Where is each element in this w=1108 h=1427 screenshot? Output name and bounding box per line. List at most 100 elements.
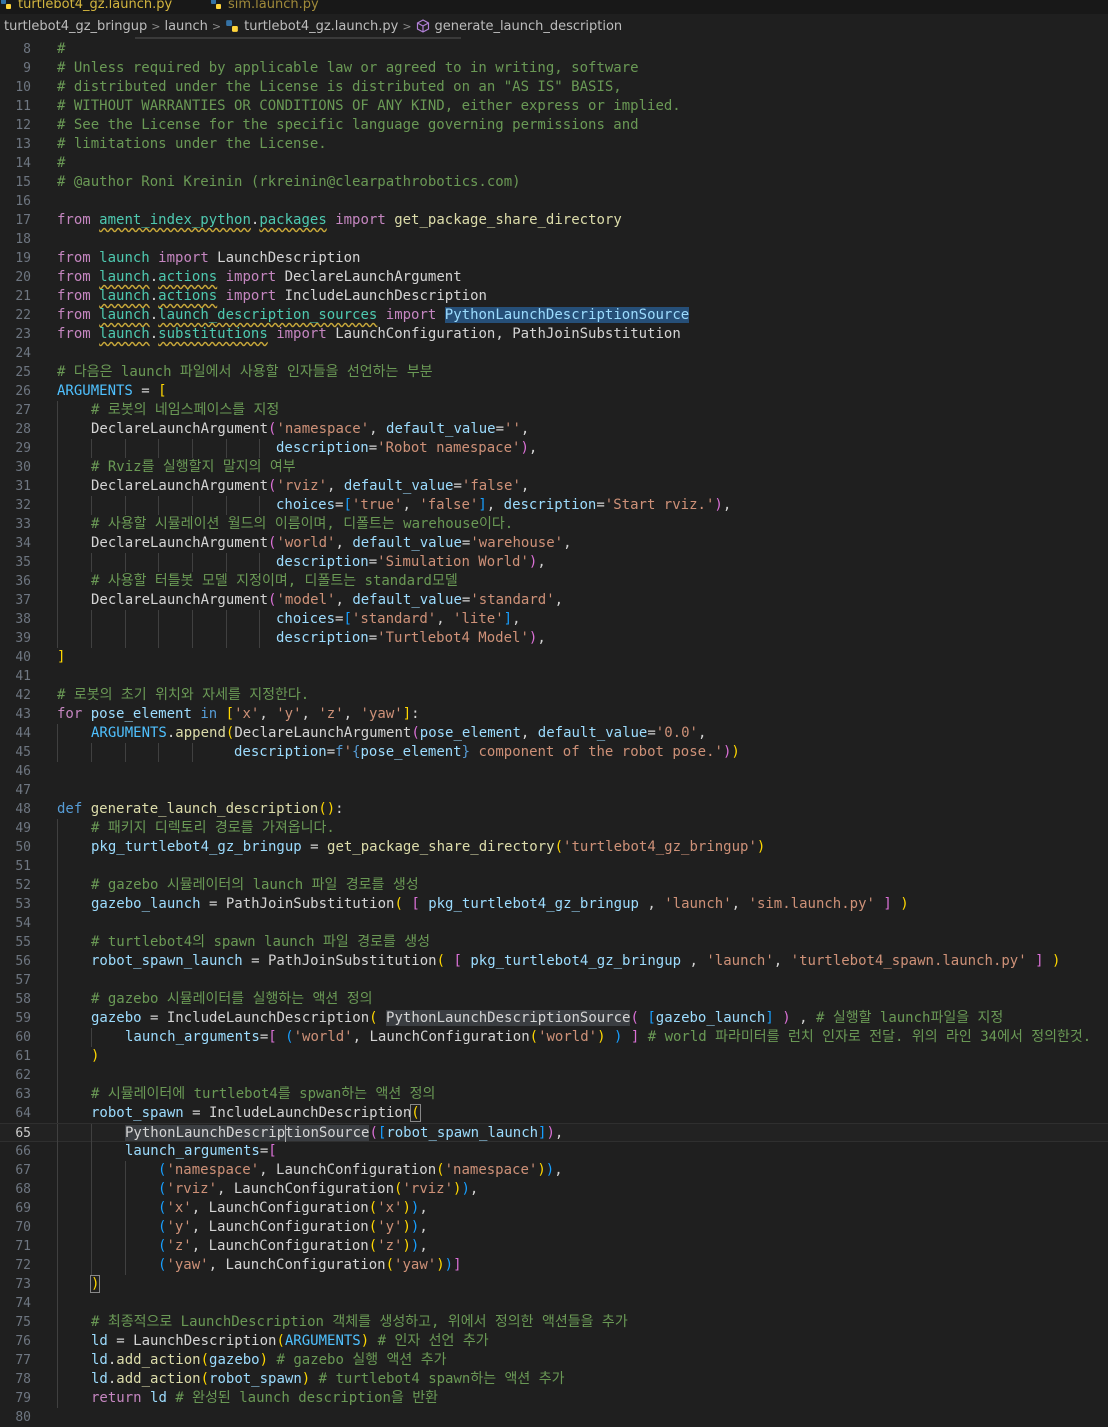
code-line[interactable]: 51: [0, 857, 1108, 876]
code-line[interactable]: 10 # distributed under the License is dis…: [0, 78, 1108, 97]
tab-turtlebot4-gz-launch[interactable]: turtlebot4_gz.launch.py: [0, 0, 172, 14]
code-line[interactable]: 74: [0, 1294, 1108, 1313]
code-line[interactable]: 9 # Unless required by applicable law or …: [0, 59, 1108, 78]
code-line[interactable]: 15 # @author Roni Kreinin (rkreinin@clear…: [0, 173, 1108, 192]
code-editor[interactable]: 8 # 9 # Unless required by applicable law …: [0, 40, 1108, 1425]
code-line[interactable]: 14 #: [0, 154, 1108, 173]
code-line[interactable]: 68 ('rviz', LaunchConfiguration('rviz')),: [0, 1180, 1108, 1199]
code-line[interactable]: 8 #: [0, 40, 1108, 59]
code-line[interactable]: 22 from launch.launch_description_sources…: [0, 306, 1108, 325]
code-line[interactable]: 16: [0, 192, 1108, 211]
comment-text: # Rviz를 실행할지 말지의 여부: [91, 459, 296, 475]
breadcrumb-folder[interactable]: launch: [164, 19, 207, 34]
code-line[interactable]: 57: [0, 971, 1108, 990]
code-line[interactable]: 73): [0, 1275, 1108, 1294]
code-line[interactable]: 21 from launch.actions import IncludeLaun…: [0, 287, 1108, 306]
code-line[interactable]: 63 # 시뮬레이터에 turtlebot4를 spwan하는 액션 정의: [0, 1085, 1108, 1104]
code-line[interactable]: 24: [0, 344, 1108, 363]
comment-text: # 로봇의 초기 위치와 자세를 지정한다.: [57, 687, 310, 703]
code-line[interactable]: 79 return ld # 완성된 launch description을 반환: [0, 1389, 1108, 1408]
line-number: 64: [15, 1106, 31, 1121]
code-line[interactable]: 43 for pose_element in ['x', 'y', 'z', 'y…: [0, 705, 1108, 724]
comment-text: # 실행할 launch파일을 지정: [815, 1010, 1004, 1026]
code-line[interactable]: 35 description='Simulation World'),: [0, 553, 1108, 572]
code-line[interactable]: 13 # limitations under the License.: [0, 135, 1108, 154]
code-line[interactable]: 54: [0, 914, 1108, 933]
tab-sim-launch[interactable]: sim.launch.py: [210, 0, 319, 14]
code-line[interactable]: 71 ('z', LaunchConfiguration('z')),: [0, 1237, 1108, 1256]
code-line[interactable]: 70 ('y', LaunchConfiguration('y')),: [0, 1218, 1108, 1237]
code-line[interactable]: 56 robot_spawn_launch = PathJoinSubstitut…: [0, 952, 1108, 971]
code-line[interactable]: 52 # gazebo 시뮬레이터의 launch 파일 경로를 생성: [0, 876, 1108, 895]
code-line[interactable]: 19 from launch import LaunchDescription: [0, 249, 1108, 268]
line-number: 36: [15, 574, 31, 589]
code-line[interactable]: 60 launch_arguments=[ ('world', LaunchCon…: [0, 1028, 1108, 1047]
code-line[interactable]: 31 DeclareLaunchArgument('rviz', default_…: [0, 477, 1108, 496]
code-line[interactable]: 34 DeclareLaunchArgument('world', default…: [0, 534, 1108, 553]
code-line-current[interactable]: 65 PythonLaunchDescriptionSource([robot_s…: [0, 1123, 1108, 1143]
code-line[interactable]: 46: [0, 762, 1108, 781]
code-line[interactable]: 11 # WITHOUT WARRANTIES OR CONDITIONS OF …: [0, 97, 1108, 116]
comment-text: # 인자 선언 추가: [377, 1333, 489, 1349]
code-line[interactable]: 32 choices=['true', 'false'], description…: [0, 496, 1108, 515]
code-line[interactable]: 47: [0, 781, 1108, 800]
code-line[interactable]: 72 ('yaw', LaunchConfiguration('yaw'))]: [0, 1256, 1108, 1275]
code-line[interactable]: 66 launch_arguments=[: [0, 1142, 1108, 1161]
code-line[interactable]: 28 DeclareLaunchArgument('namespace', def…: [0, 420, 1108, 439]
code-line[interactable]: 75 # 최종적으로 LaunchDescription 객체를 생성하고, 위에…: [0, 1313, 1108, 1332]
code-line[interactable]: 17 from ament_index_python.packages impor…: [0, 211, 1108, 230]
code-line[interactable]: 78 ld.add_action(robot_spawn) # turtlebot…: [0, 1370, 1108, 1389]
code-line[interactable]: 30 # Rviz를 실행할지 말지의 여부: [0, 458, 1108, 477]
code-line[interactable]: 58 # gazebo 시뮬레이터를 실행하는 액션 정의: [0, 990, 1108, 1009]
code-line[interactable]: 59 gazebo = IncludeLaunchDescription( Pyt…: [0, 1009, 1108, 1028]
code-line[interactable]: 38 choices=['standard', 'lite'],: [0, 610, 1108, 629]
line-number: 65: [15, 1126, 31, 1141]
breadcrumb-folder[interactable]: turtlebot4_gz_bringup: [4, 19, 147, 34]
code-line[interactable]: 76 ld = LaunchDescription(ARGUMENTS) # 인자…: [0, 1332, 1108, 1351]
line-number: 63: [15, 1087, 31, 1102]
code-line[interactable]: 61): [0, 1047, 1108, 1066]
comment-text: # 사용할 시뮬레이션 월드의 이름이며, 디폴트는 warehouse이다.: [91, 516, 514, 532]
code-line[interactable]: 39 description='Turtlebot4 Model'),: [0, 629, 1108, 648]
code-line[interactable]: 37 DeclareLaunchArgument('model', default…: [0, 591, 1108, 610]
code-line[interactable]: 44 ARGUMENTS.append(DeclareLaunchArgument…: [0, 724, 1108, 743]
line-number: 34: [15, 536, 31, 551]
code-line[interactable]: 12 # See the License for the specific lan…: [0, 116, 1108, 135]
code-line[interactable]: 23 from launch.substitutions import Launc…: [0, 325, 1108, 344]
breadcrumb-symbol[interactable]: generate_launch_description: [435, 19, 623, 34]
code-line[interactable]: 33 # 사용할 시뮬레이션 월드의 이름이며, 디폴트는 warehouse이다…: [0, 515, 1108, 534]
breadcrumb: turtlebot4_gz_bringup > launch > turtleb…: [0, 14, 1108, 38]
line-number: 73: [15, 1277, 31, 1292]
line-number: 54: [15, 916, 31, 931]
code-line[interactable]: 41: [0, 667, 1108, 686]
code-line[interactable]: 48 def generate_launch_description():: [0, 800, 1108, 819]
line-number: 18: [15, 232, 31, 247]
line-number: 48: [15, 802, 31, 817]
line-number: 44: [15, 726, 31, 741]
code-line[interactable]: 55 # turtlebot4의 spawn launch 파일 경로를 생성: [0, 933, 1108, 952]
code-line[interactable]: 77 ld.add_action(gazebo) # gazebo 실행 액션 추…: [0, 1351, 1108, 1370]
code-line[interactable]: 64 robot_spawn = IncludeLaunchDescription…: [0, 1104, 1108, 1123]
code-line[interactable]: 36 # 사용할 터틀봇 모델 지정이며, 디폴트는 standard모델: [0, 572, 1108, 591]
code-line[interactable]: 62: [0, 1066, 1108, 1085]
code-line[interactable]: 29 description='Robot namespace'),: [0, 439, 1108, 458]
code-line[interactable]: 27 # 로봇의 네임스페이스를 지정: [0, 401, 1108, 420]
code-line[interactable]: 26 ARGUMENTS = [: [0, 382, 1108, 401]
code-line[interactable]: 25 # 다음은 launch 파일에서 사용할 인자들을 선언하는 부분: [0, 363, 1108, 382]
comment-text: # world 파라미터를 런치 인자로 전달. 위의 라인 34에서 정의한것…: [647, 1029, 1092, 1045]
code-line[interactable]: 49 # 패키지 디렉토리 경로를 가져옵니다.: [0, 819, 1108, 838]
code-line[interactable]: 20 from launch.actions import DeclareLaun…: [0, 268, 1108, 287]
line-number: 60: [15, 1030, 31, 1045]
code-line[interactable]: 42 # 로봇의 초기 위치와 자세를 지정한다.: [0, 686, 1108, 705]
code-line[interactable]: 40]: [0, 648, 1108, 667]
code-line[interactable]: 18: [0, 230, 1108, 249]
line-number: 9: [23, 61, 31, 76]
line-number: 33: [15, 517, 31, 532]
code-line[interactable]: 69 ('x', LaunchConfiguration('x')),: [0, 1199, 1108, 1218]
code-line[interactable]: 50 pkg_turtlebot4_gz_bringup = get_packag…: [0, 838, 1108, 857]
code-line[interactable]: 53 gazebo_launch = PathJoinSubstitution( …: [0, 895, 1108, 914]
code-line[interactable]: 45 description=f'{pose_element} component…: [0, 743, 1108, 762]
breadcrumb-file[interactable]: turtlebot4_gz.launch.py: [244, 19, 398, 34]
code-line[interactable]: 80: [0, 1408, 1108, 1427]
code-line[interactable]: 67 ('namespace', LaunchConfiguration('nam…: [0, 1161, 1108, 1180]
